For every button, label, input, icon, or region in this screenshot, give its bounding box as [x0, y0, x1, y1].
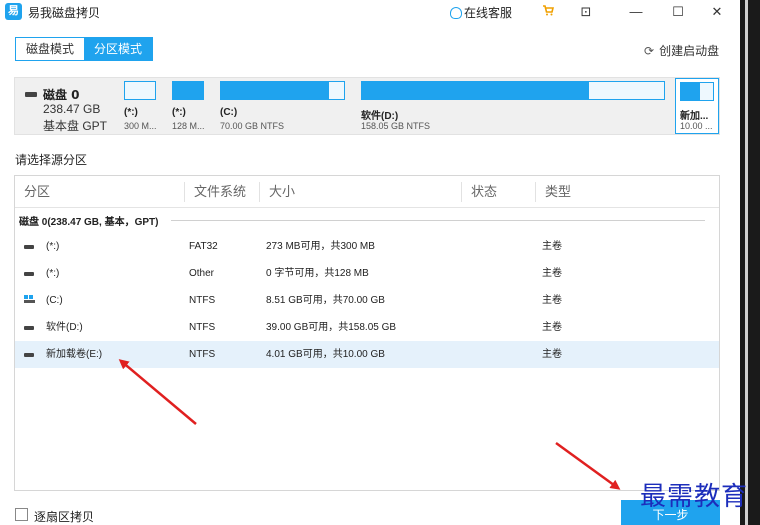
- col-size[interactable]: 大小: [259, 182, 295, 202]
- disk-type: 基本盘 GPT: [43, 119, 108, 133]
- partition-usage-bar: [124, 81, 156, 100]
- partition-block[interactable]: (*:) 300 M...: [124, 81, 157, 131]
- windows-drive-icon: [24, 295, 35, 305]
- row-type: 主卷: [542, 268, 562, 279]
- boot-disk-icon: ⟳: [644, 44, 655, 58]
- partition-usage-bar: [680, 82, 714, 101]
- table-row[interactable]: (C:) NTFS 8.51 GB可用，共70.00 GB 主卷: [15, 287, 719, 314]
- row-type: 主卷: [542, 322, 562, 333]
- row-filesystem: FAT32: [189, 241, 218, 252]
- row-partition: 软件(D:): [46, 322, 83, 333]
- partition-name: (C:): [220, 107, 238, 118]
- title-bar: 易 易我磁盘拷贝 在线客服 ⊡ — ☐ ✕: [0, 0, 740, 24]
- minimize-icon[interactable]: —: [626, 2, 646, 22]
- app-title: 易我磁盘拷贝: [28, 6, 101, 20]
- row-filesystem: Other: [189, 268, 215, 279]
- row-size: 273 MB可用，共300 MB: [266, 241, 375, 252]
- row-size: 4.01 GB可用，共10.00 GB: [266, 349, 385, 360]
- create-boot-disk-button[interactable]: ⟳ 创建启动盘: [644, 42, 719, 59]
- row-partition: 新加载卷(E:): [46, 349, 103, 360]
- cart-icon[interactable]: [542, 4, 554, 16]
- partition-table: 分区 文件系统 大小 状态 类型 磁盘 0(238.47 GB, 基本，GPT)…: [14, 175, 720, 491]
- table-header: 分区 文件系统 大小 状态 类型: [15, 176, 719, 208]
- row-type: 主卷: [542, 295, 562, 306]
- watermark-text: 最需教育: [640, 482, 749, 512]
- partition-block[interactable]: 软件(D:) 158.05 GB NTFS: [361, 81, 665, 131]
- disk-map: 磁盘 0 238.47 GB 基本盘 GPT (*:) 300 M... (*:…: [14, 77, 720, 135]
- partition-block[interactable]: (C:) 70.00 GB NTFS: [220, 81, 345, 131]
- col-status[interactable]: 状态: [461, 182, 497, 202]
- tab-disk-mode[interactable]: 磁盘模式: [16, 38, 85, 60]
- close-icon[interactable]: ✕: [707, 2, 727, 22]
- disk-name: 磁盘 0: [43, 88, 80, 102]
- restore-icon[interactable]: ⊡: [576, 2, 596, 22]
- disk-icon: [25, 92, 37, 97]
- partition-name: 软件(D:): [361, 111, 399, 122]
- row-filesystem: NTFS: [189, 322, 216, 333]
- create-boot-label: 创建启动盘: [659, 44, 720, 58]
- drive-icon: [24, 353, 34, 357]
- row-type: 主卷: [542, 349, 562, 360]
- row-partition: (*:): [46, 241, 60, 252]
- col-filesystem[interactable]: 文件系统: [184, 182, 246, 202]
- partition-desc: 10.00 ...: [680, 121, 713, 131]
- row-filesystem: NTFS: [189, 295, 216, 306]
- col-type[interactable]: 类型: [535, 182, 571, 202]
- partition-desc: 70.00 GB NTFS: [220, 121, 285, 131]
- partition-desc: 128 M...: [172, 121, 205, 131]
- table-row[interactable]: 软件(D:) NTFS 39.00 GB可用，共158.05 GB 主卷: [15, 314, 719, 341]
- row-partition: (C:): [46, 295, 63, 306]
- disk-group-label: 磁盘 0(238.47 GB, 基本，GPT): [19, 217, 159, 228]
- row-size: 39.00 GB可用，共158.05 GB: [266, 322, 397, 333]
- table-row[interactable]: (*:) Other 0 字节可用，共128 MB 主卷: [15, 260, 719, 287]
- col-partition[interactable]: 分区: [15, 176, 50, 208]
- mode-tabs: 磁盘模式 分区模式: [15, 37, 154, 61]
- partition-usage-bar: [220, 81, 345, 100]
- select-source-label: 请选择源分区: [15, 153, 88, 167]
- desktop-edge: [740, 0, 760, 525]
- partition-name: (*:): [172, 107, 186, 118]
- online-support-label: 在线客服: [464, 6, 513, 20]
- online-support-button[interactable]: 在线客服: [450, 4, 512, 21]
- customer-service-icon: [450, 7, 462, 19]
- row-partition: (*:): [46, 268, 60, 279]
- row-type: 主卷: [542, 241, 562, 252]
- partition-desc: 158.05 GB NTFS: [361, 121, 431, 131]
- partition-block[interactable]: (*:) 128 M...: [172, 81, 205, 131]
- disk-size: 238.47 GB: [43, 102, 101, 116]
- partition-block-selected[interactable]: 新加... 10.00 ...: [675, 78, 719, 134]
- partition-usage-bar: [172, 81, 204, 100]
- partition-usage-bar: [361, 81, 665, 100]
- maximize-icon[interactable]: ☐: [668, 2, 688, 22]
- row-filesystem: NTFS: [189, 349, 216, 360]
- sector-copy-checkbox[interactable]: [15, 508, 28, 521]
- table-row-selected[interactable]: 新加载卷(E:) NTFS 4.01 GB可用，共10.00 GB 主卷: [15, 341, 719, 368]
- row-size: 8.51 GB可用，共70.00 GB: [266, 295, 385, 306]
- table-row[interactable]: (*:) FAT32 273 MB可用，共300 MB 主卷: [15, 233, 719, 260]
- row-size: 0 字节可用，共128 MB: [266, 268, 369, 279]
- drive-icon: [24, 245, 34, 249]
- partition-name: 新加...: [680, 111, 709, 122]
- sector-copy-label: 逐扇区拷贝: [34, 510, 95, 524]
- partition-name: (*:): [124, 107, 138, 118]
- tab-partition-mode[interactable]: 分区模式: [84, 38, 153, 60]
- divider: [171, 220, 705, 221]
- drive-icon: [24, 326, 34, 330]
- app-logo-icon: 易: [5, 3, 22, 20]
- partition-desc: 300 M...: [124, 121, 157, 131]
- drive-icon: [24, 272, 34, 276]
